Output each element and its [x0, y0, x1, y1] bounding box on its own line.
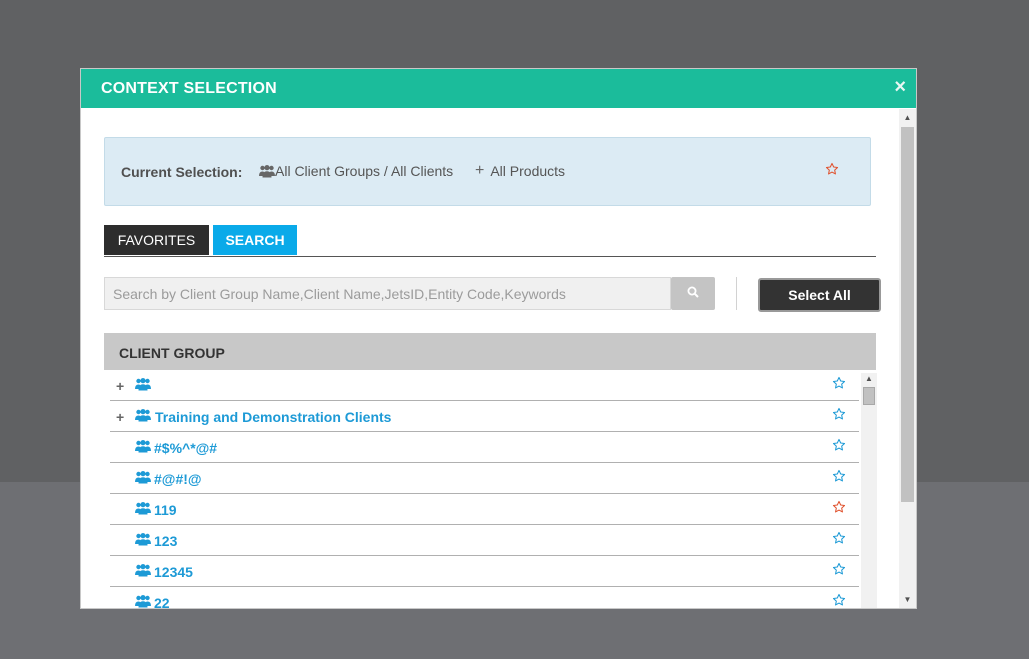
modal-header: CONTEXT SELECTION ×: [81, 69, 916, 108]
client-group-header-label: CLIENT GROUP: [119, 345, 225, 361]
star-icon[interactable]: [832, 376, 846, 395]
scroll-down-arrow-icon[interactable]: ▼: [899, 593, 916, 607]
divider: [736, 277, 737, 310]
current-products-text: All Products: [490, 163, 566, 179]
current-products: + All Products: [475, 162, 566, 180]
star-icon[interactable]: [832, 469, 846, 488]
tab-favorites[interactable]: FAVORITES: [104, 225, 209, 255]
expand-icon[interactable]: +: [116, 378, 124, 394]
select-all-button[interactable]: Select All: [758, 278, 881, 312]
list-item-name[interactable]: #@#!@: [154, 471, 202, 487]
list-item-name[interactable]: 119: [154, 502, 177, 518]
star-icon[interactable]: [832, 438, 846, 457]
list-item[interactable]: #$%^*@#: [110, 432, 859, 463]
close-icon[interactable]: ×: [894, 76, 906, 98]
tab-bar: FAVORITES SEARCH: [104, 225, 876, 257]
list-item-name[interactable]: 12345: [154, 564, 193, 580]
users-icon: [135, 471, 151, 484]
users-icon: [135, 564, 151, 577]
users-icon: [135, 378, 151, 391]
modal-scrollbar[interactable]: ▲ ▼: [899, 109, 916, 608]
search-icon: [687, 286, 699, 298]
expand-icon[interactable]: +: [116, 409, 124, 425]
current-selection-label: Current Selection:: [121, 164, 243, 180]
list-item[interactable]: #@#!@: [110, 463, 859, 494]
list-item[interactable]: 123: [110, 525, 859, 556]
favorite-star-icon[interactable]: [825, 162, 839, 181]
users-icon: [135, 440, 151, 453]
list-scrollbar[interactable]: ▲: [861, 373, 877, 608]
list-scrollbar-thumb[interactable]: [863, 387, 875, 405]
users-icon: [259, 164, 275, 177]
list-item[interactable]: + Training and Demonstration Clients: [110, 401, 859, 432]
search-input[interactable]: [104, 277, 671, 310]
users-icon: [135, 502, 151, 515]
current-clients: All Client Groups / All Clients: [259, 163, 453, 179]
list-item-name[interactable]: Training and Demonstration Clients: [155, 409, 391, 425]
users-icon: [135, 595, 151, 608]
list-item-name[interactable]: #$%^*@#: [154, 440, 217, 456]
client-group-header: CLIENT GROUP: [104, 333, 876, 370]
scroll-up-arrow-icon[interactable]: ▲: [861, 373, 877, 385]
users-icon: [135, 533, 151, 546]
star-icon[interactable]: [832, 531, 846, 550]
search-button[interactable]: [671, 277, 715, 310]
list-item[interactable]: 119: [110, 494, 859, 525]
star-icon[interactable]: [832, 593, 846, 608]
current-clients-text: All Client Groups / All Clients: [275, 163, 454, 179]
tab-search[interactable]: SEARCH: [213, 225, 297, 255]
client-group-list: + + Training and Demonstration Clients #…: [104, 370, 876, 608]
favorite-star-icon[interactable]: [832, 500, 846, 519]
star-icon[interactable]: [832, 562, 846, 581]
modal-title: CONTEXT SELECTION: [101, 80, 277, 97]
list-item[interactable]: +: [110, 370, 859, 401]
list-item[interactable]: 12345: [110, 556, 859, 587]
scroll-up-arrow-icon[interactable]: ▲: [899, 111, 916, 125]
star-icon[interactable]: [832, 407, 846, 426]
list-item-name[interactable]: 22: [154, 595, 170, 608]
context-selection-modal: CONTEXT SELECTION × Current Selection: A…: [80, 68, 917, 609]
current-selection-panel: Current Selection: All Client Groups / A…: [104, 137, 871, 206]
plus-icon: +: [475, 162, 485, 179]
list-item-name[interactable]: 123: [154, 533, 177, 549]
users-icon: [135, 409, 151, 422]
list-item[interactable]: 22: [110, 587, 859, 608]
modal-scrollbar-thumb[interactable]: [901, 127, 914, 502]
